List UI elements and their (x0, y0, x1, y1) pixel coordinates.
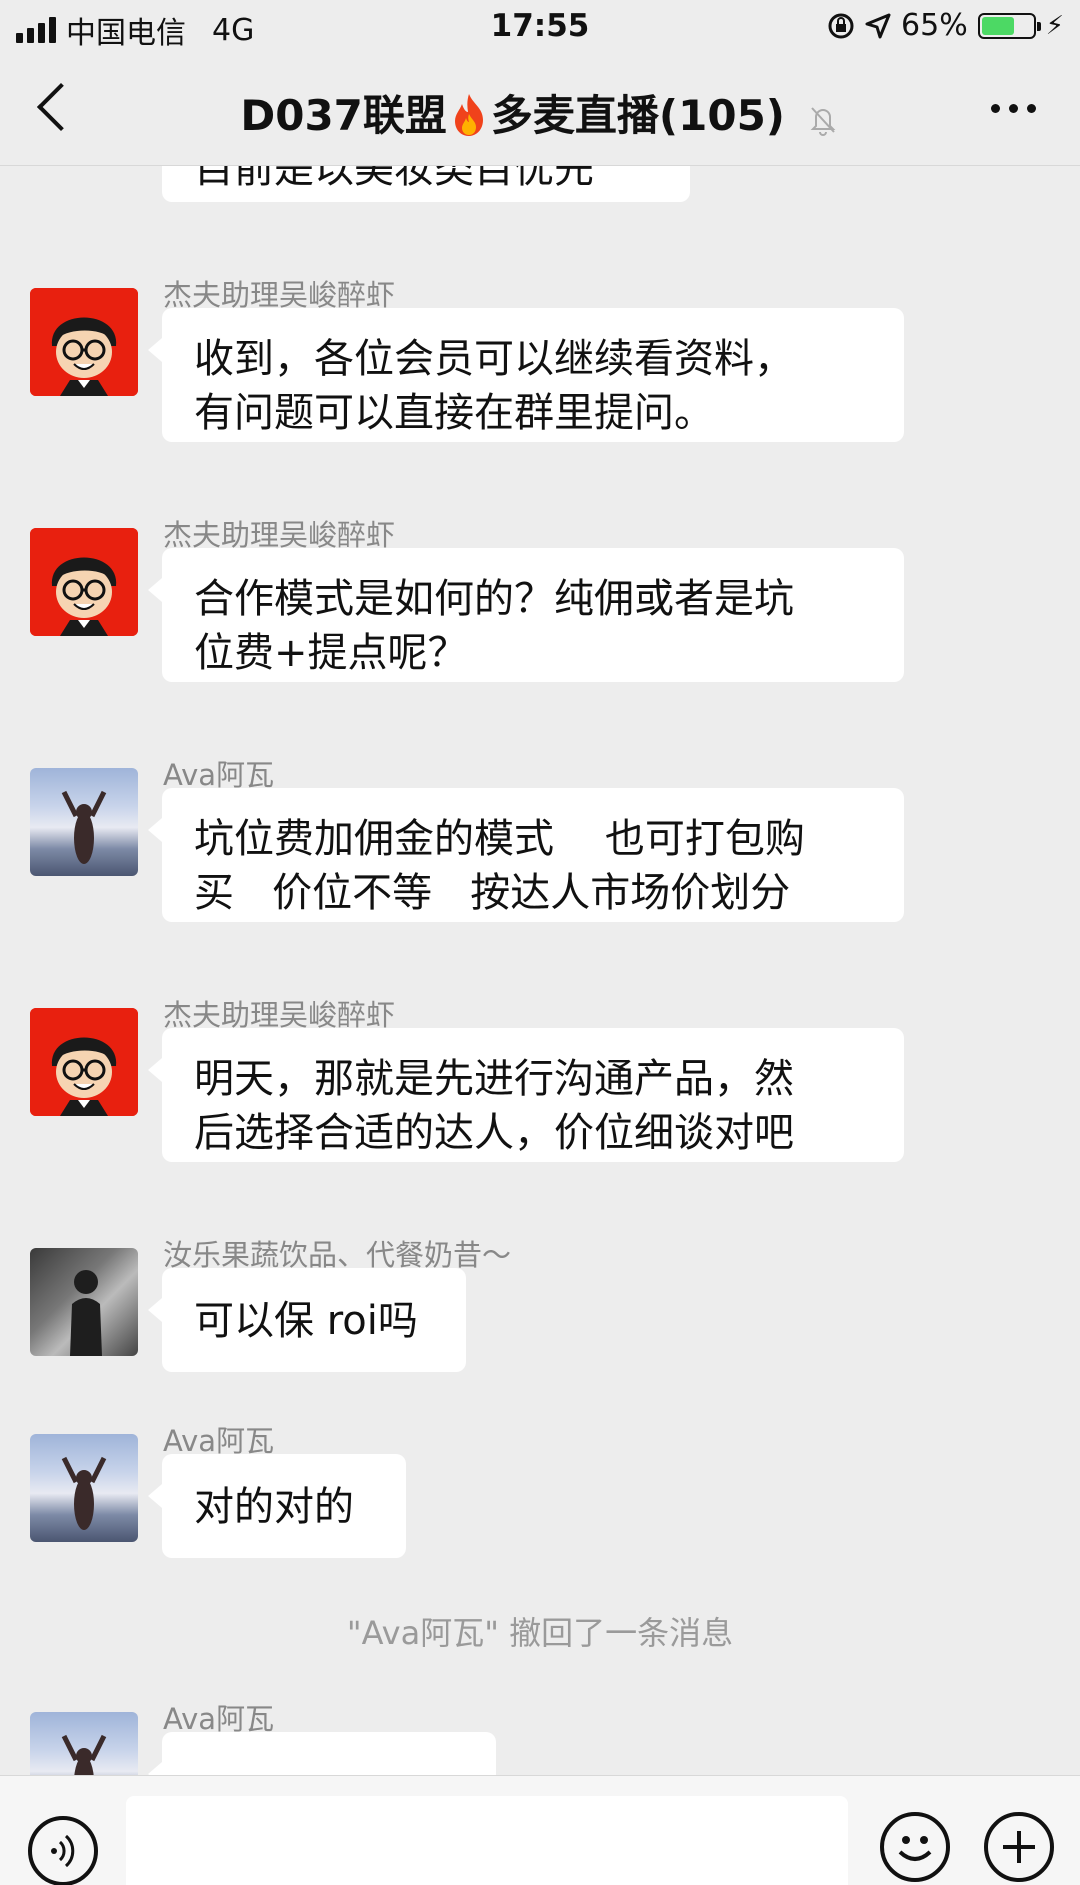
message-bubble[interactable] (148, 1732, 496, 1775)
orientation-lock-icon (828, 13, 854, 38)
plus-icon[interactable] (984, 1812, 1054, 1882)
cartoon-man-avatar-icon (30, 1008, 138, 1116)
avatar[interactable] (30, 288, 138, 396)
chat-title-right: 多麦直播(105) (490, 91, 785, 140)
chat-header: D037联盟 多麦直播(105) (0, 52, 1080, 166)
recall-notice: "Ava阿瓦" 撤回了一条消息 (346, 1614, 734, 1652)
avatar[interactable] (30, 1008, 138, 1116)
message-list[interactable]: 目前是以美妆类目优先 杰夫助理吴峻醉虾 收到，各位会员可以继续看资料， 有问题可… (0, 166, 1080, 1775)
message-line: 买 价位不等 按达人市场价划分 (194, 870, 791, 916)
avatar[interactable] (30, 768, 138, 876)
cartoon-man-avatar-icon (30, 528, 138, 636)
message-bubble[interactable]: 明天，那就是先进行沟通产品，然 后选择合适的达人，价位细谈对吧 (148, 1028, 904, 1162)
wechat-group-chat-screen: 中国电信 4G 17:55 65% ⚡ D037联盟 多麦直播(105) 目前是… (0, 0, 1080, 1885)
person-by-sea-avatar-icon (61, 1734, 107, 1775)
message-line: 位费+提点呢？ (194, 630, 468, 676)
chat-title-left: D037联盟 (240, 91, 447, 140)
message-bubble[interactable]: 目前是以美妆类目优先 (162, 166, 690, 202)
chat-title: D037联盟 多麦直播(105) (0, 82, 1080, 143)
status-right: 65% ⚡ (827, 8, 1064, 43)
message-line: 可以保 roi吗 (194, 1298, 418, 1344)
message-line: 明天，那就是先进行沟通产品，然 (194, 1056, 794, 1102)
person-photo-avatar-icon (70, 1270, 102, 1356)
input-bar (0, 1775, 1080, 1885)
message-line: 合作模式是如何的？纯佣或者是坑 (194, 576, 794, 622)
voice-waves-icon (51, 1834, 75, 1868)
message-line: 有问题可以直接在群里提问。 (194, 390, 714, 436)
smile-face-icon (898, 1836, 932, 1861)
avatar[interactable] (30, 528, 138, 636)
voice-icon[interactable] (28, 1816, 98, 1885)
message-line: 收到，各位会员可以继续看资料， (194, 336, 794, 382)
message-line: 后选择合适的达人，价位细谈对吧 (194, 1110, 794, 1156)
message-input[interactable] (126, 1796, 848, 1885)
message-bubble[interactable]: 对的对的 (148, 1454, 406, 1558)
location-arrow-icon (865, 13, 891, 38)
status-bar: 中国电信 4G 17:55 65% ⚡ (0, 0, 1080, 52)
message-bubble[interactable]: 收到，各位会员可以继续看资料， 有问题可以直接在群里提问。 (148, 308, 904, 442)
battery-fill (981, 16, 1015, 35)
cartoon-man-avatar-icon (30, 288, 138, 396)
person-by-sea-avatar-icon (61, 790, 107, 864)
message-line: 对的对的 (194, 1484, 354, 1530)
more-options-icon[interactable] (991, 104, 1036, 113)
bell-off-icon (810, 106, 836, 136)
person-by-sea-avatar-icon (61, 1456, 107, 1530)
avatar[interactable] (30, 1434, 138, 1542)
battery-percent: 65% (901, 8, 968, 43)
message-line: 坑位费加佣金的模式 也可打包购 (194, 816, 805, 862)
battery-icon (977, 12, 1041, 39)
message-bubble[interactable]: 合作模式是如何的？纯佣或者是坑 位费+提点呢？ (148, 548, 904, 682)
charging-icon: ⚡ (1045, 10, 1064, 41)
message-line: 目前是以美妆类目优先 (194, 166, 594, 192)
message-bubble[interactable]: 坑位费加佣金的模式 也可打包购 买 价位不等 按达人市场价划分 (148, 788, 904, 922)
fire-icon (454, 94, 483, 136)
emoji-icon[interactable] (880, 1812, 950, 1882)
message-bubble[interactable]: 可以保 roi吗 (148, 1268, 466, 1372)
avatar[interactable] (30, 1712, 138, 1775)
avatar[interactable] (30, 1248, 138, 1356)
